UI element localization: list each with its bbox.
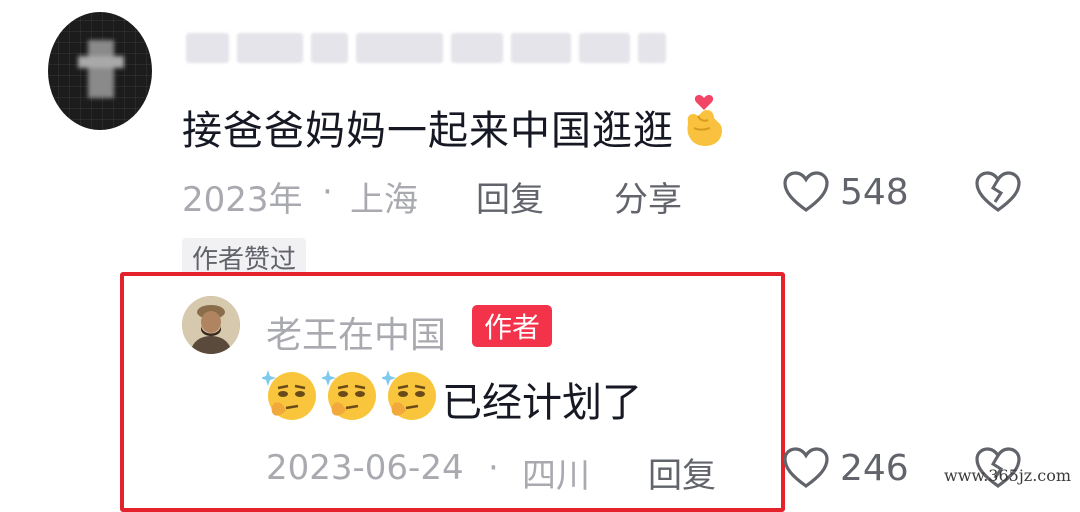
heart-icon bbox=[783, 447, 829, 488]
comment-like-button[interactable] bbox=[782, 170, 830, 218]
author-badge: 作者 bbox=[472, 305, 553, 347]
comment-separator: · bbox=[322, 172, 333, 212]
comment-like-count: 548 bbox=[840, 172, 909, 213]
reply-body: 已经计划了 bbox=[442, 380, 642, 426]
comment-text: 接爸爸妈妈一起来中国逛逛 bbox=[182, 94, 728, 160]
author-liked-badge: 作者赞过 bbox=[182, 238, 307, 276]
comment-reply-button[interactable]: 回复 bbox=[476, 172, 544, 221]
reply-username[interactable]: 老王在中国 bbox=[266, 306, 446, 358]
reply-separator: · bbox=[488, 448, 499, 488]
comment-share-button[interactable]: 分享 bbox=[614, 172, 682, 221]
commenter-avatar[interactable] bbox=[48, 12, 152, 130]
comment-body: 接爸爸妈妈一起来中国逛逛 bbox=[182, 108, 674, 154]
broken-heart-icon bbox=[975, 171, 1021, 212]
reply-location: 四川 bbox=[522, 456, 590, 496]
reply-date: 2023-06-24 bbox=[266, 448, 464, 488]
comment-date: 2023年 bbox=[182, 180, 303, 220]
comment-dislike-button[interactable] bbox=[974, 170, 1022, 218]
watermark: www.365jz.com bbox=[944, 466, 1072, 485]
comment-location: 上海 bbox=[350, 180, 418, 220]
heart-icon bbox=[783, 171, 829, 212]
thinking-face-emoji-icon bbox=[320, 364, 382, 434]
reply-like-button[interactable] bbox=[782, 446, 830, 494]
reply-reply-button[interactable]: 回复 bbox=[648, 448, 716, 497]
reply-text: 已经计划了 bbox=[260, 364, 642, 434]
commenter-name-blurred bbox=[186, 30, 666, 66]
thinking-face-emoji-icon bbox=[260, 364, 322, 434]
reply-like-count: 246 bbox=[840, 448, 909, 489]
thinking-face-emoji-icon bbox=[380, 364, 442, 434]
finger-heart-emoji-icon bbox=[680, 94, 728, 160]
reply-avatar[interactable] bbox=[182, 296, 240, 354]
